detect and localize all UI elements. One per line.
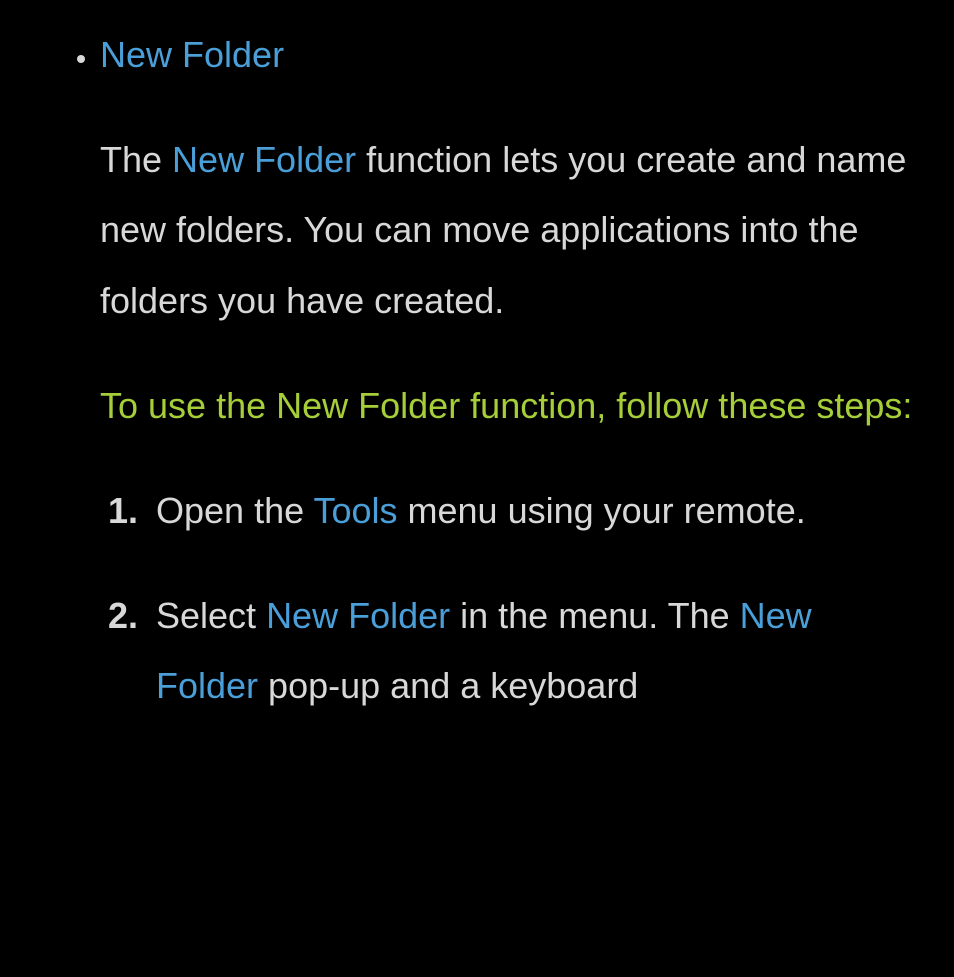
step-keyword: New Folder: [266, 595, 450, 636]
document-page: New Folder The New Folder function lets …: [0, 0, 954, 722]
step-text: pop-up and a keyboard: [258, 665, 638, 706]
feature-list: New Folder The New Folder function lets …: [40, 20, 914, 722]
feature-title-text: New Folder: [100, 34, 284, 75]
feature-item-new-folder: New Folder The New Folder function lets …: [100, 20, 914, 722]
step-2: Select New Folder in the menu. The New F…: [148, 581, 914, 721]
feature-description: The New Folder function lets you create …: [100, 125, 914, 336]
feature-title: New Folder: [100, 20, 914, 90]
step-text: menu using your remote.: [398, 490, 806, 531]
step-text: Open the: [156, 490, 313, 531]
steps-heading: To use the New Folder function, follow t…: [100, 371, 914, 441]
step-text: in the menu. The: [450, 595, 740, 636]
desc-text-pre: The: [100, 139, 172, 180]
step-text: Select: [156, 595, 266, 636]
step-1: Open the Tools menu using your remote.: [148, 476, 914, 546]
desc-keyword: New Folder: [172, 139, 356, 180]
steps-list: Open the Tools menu using your remote. S…: [100, 476, 914, 722]
step-keyword: Tools: [313, 490, 397, 531]
